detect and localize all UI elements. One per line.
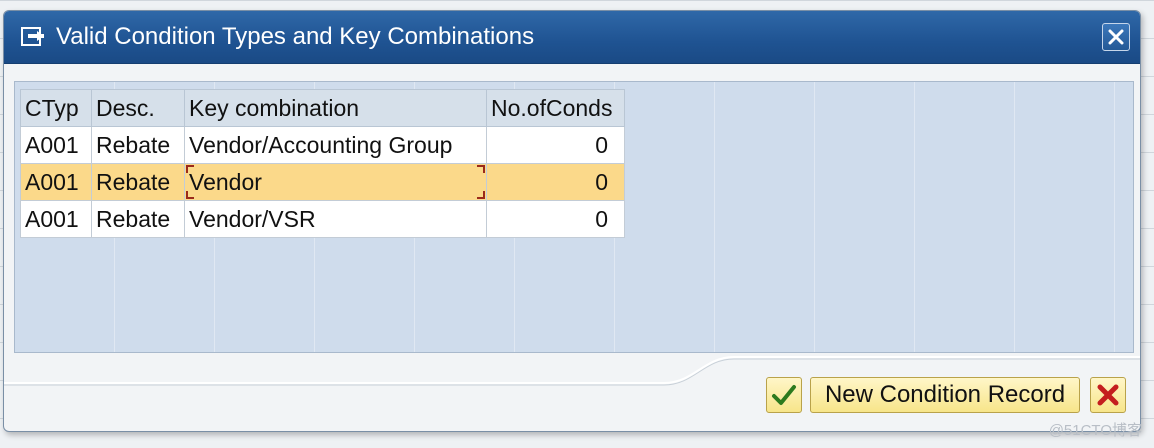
window-icon	[20, 25, 46, 49]
cancel-button[interactable]	[1090, 377, 1126, 413]
cell-desc[interactable]: Rebate	[91, 200, 185, 238]
table-row[interactable]: A001 Rebate Vendor/Accounting Group 0	[20, 126, 625, 164]
table-header-row: CTyp Desc. Key combination No.ofConds	[20, 89, 625, 127]
new-condition-record-button[interactable]: New Condition Record	[810, 377, 1080, 413]
cell-key-combination[interactable]: Vendor/VSR	[184, 200, 487, 238]
table-row[interactable]: A001 Rebate Vendor/VSR 0	[20, 200, 625, 238]
column-header-desc[interactable]: Desc.	[91, 89, 185, 127]
column-header-key-combination[interactable]: Key combination	[184, 89, 487, 127]
cell-key-combination-focused[interactable]: Vendor	[184, 163, 487, 201]
dialog-title: Valid Condition Types and Key Combinatio…	[56, 23, 535, 50]
checkmark-icon	[772, 385, 796, 405]
cell-key-combination-text: Vendor	[189, 168, 262, 195]
cell-desc[interactable]: Rebate	[91, 126, 185, 164]
close-button[interactable]	[1102, 23, 1130, 51]
column-header-no-of-conds[interactable]: No.ofConds	[486, 89, 625, 127]
dialog-titlebar[interactable]: Valid Condition Types and Key Combinatio…	[4, 11, 1140, 64]
condition-types-dialog: Valid Condition Types and Key Combinatio…	[3, 10, 1141, 432]
cell-desc[interactable]: Rebate	[91, 163, 185, 201]
watermark-text: @51CTO博客	[1048, 422, 1142, 439]
close-icon	[1108, 29, 1124, 45]
cell-key-combination[interactable]: Vendor/Accounting Group	[184, 126, 487, 164]
results-table-area: CTyp Desc. Key combination No.ofConds A0…	[14, 81, 1134, 353]
continue-button[interactable]	[766, 377, 802, 413]
condition-types-table: CTyp Desc. Key combination No.ofConds A0…	[20, 89, 625, 238]
cell-no-of-conds[interactable]: 0	[486, 200, 625, 238]
table-row-selected[interactable]: A001 Rebate Vendor 0	[20, 163, 625, 201]
cell-ctyp[interactable]: A001	[20, 163, 92, 201]
cell-ctyp[interactable]: A001	[20, 200, 92, 238]
column-header-ctyp[interactable]: CTyp	[20, 89, 92, 127]
cancel-icon	[1097, 384, 1119, 406]
cell-no-of-conds[interactable]: 0	[486, 163, 625, 201]
cell-ctyp[interactable]: A001	[20, 126, 92, 164]
cell-no-of-conds[interactable]: 0	[486, 126, 625, 164]
